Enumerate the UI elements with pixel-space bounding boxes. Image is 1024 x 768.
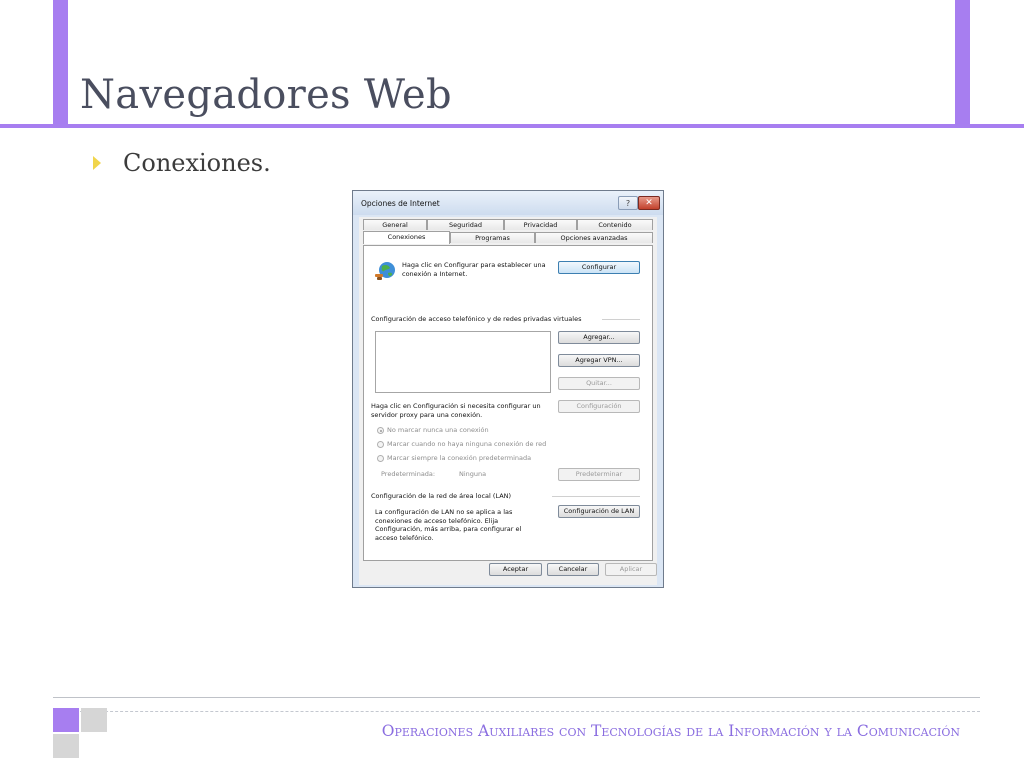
left-accent-bar xyxy=(53,0,68,126)
dialog-titlebar: Opciones de Internet ? ✕ xyxy=(353,191,663,215)
help-icon[interactable]: ? xyxy=(618,196,638,210)
slide-title: Navegadores Web xyxy=(80,72,452,118)
title-divider xyxy=(0,124,1024,128)
default-connection-label: Predeterminada: xyxy=(381,470,436,478)
tab-connections[interactable]: Conexiones xyxy=(363,231,450,244)
cancel-button[interactable]: Cancelar xyxy=(547,563,599,576)
ok-button[interactable]: Aceptar xyxy=(489,563,542,576)
lan-section-header: Configuración de la red de área local (L… xyxy=(371,492,512,500)
section-divider xyxy=(552,496,640,497)
add-button[interactable]: Agregar... xyxy=(558,331,640,344)
radio-dial-when-no-network-label: Marcar cuando no haya ninguna conexión d… xyxy=(387,440,547,448)
tab-privacy[interactable]: Privacidad xyxy=(504,219,577,230)
tab-programs[interactable]: Programas xyxy=(450,232,535,243)
bullet-item: Conexiones. xyxy=(93,146,271,180)
close-icon[interactable]: ✕ xyxy=(638,196,660,210)
lan-settings-button[interactable]: Configuración de LAN xyxy=(558,505,640,518)
footer-course-title: Operaciones Auxiliares con Tecnologías d… xyxy=(381,722,960,740)
radio-dial-when-no-network[interactable] xyxy=(377,441,384,448)
section-divider xyxy=(602,319,640,320)
proxy-description: Haga clic en Configuración si necesita c… xyxy=(371,402,541,419)
footer-dashed-line xyxy=(80,711,980,712)
footer-accent-square xyxy=(53,708,79,732)
apply-button[interactable]: Aplicar xyxy=(605,563,657,576)
dialog-title: Opciones de Internet xyxy=(361,199,440,208)
tab-security[interactable]: Seguridad xyxy=(427,219,504,230)
remove-button[interactable]: Quitar... xyxy=(558,377,640,390)
footer-gray-square xyxy=(81,708,107,732)
setup-button[interactable]: Configurar xyxy=(558,261,640,274)
setup-description: Haga clic en Configurar para establecer … xyxy=(402,261,546,278)
add-vpn-button[interactable]: Agregar VPN... xyxy=(558,354,640,367)
tab-content[interactable]: Contenido xyxy=(577,219,653,230)
footer-divider xyxy=(53,697,980,698)
radio-never-dial[interactable] xyxy=(377,427,384,434)
bullet-text: Conexiones. xyxy=(123,149,271,177)
tab-advanced[interactable]: Opciones avanzadas xyxy=(535,232,653,243)
dialup-section-header: Configuración de acceso telefónico y de … xyxy=(371,315,582,323)
internet-options-dialog: Opciones de Internet ? ✕ General Segurid… xyxy=(352,190,664,588)
radio-always-dial[interactable] xyxy=(377,455,384,462)
lan-description: La configuración de LAN no se aplica a l… xyxy=(375,508,522,542)
radio-always-dial-label: Marcar siempre la conexión predeterminad… xyxy=(387,454,532,462)
default-connection-value: Ninguna xyxy=(459,470,487,478)
right-accent-bar xyxy=(955,0,970,126)
connections-list[interactable] xyxy=(375,331,551,393)
bullet-arrow-icon xyxy=(93,156,101,170)
tab-general[interactable]: General xyxy=(363,219,427,230)
footer-gray-square xyxy=(53,734,79,758)
set-default-button[interactable]: Predeterminar xyxy=(558,468,640,481)
dialog-body: General Seguridad Privacidad Contenido C… xyxy=(359,217,657,585)
radio-never-dial-label: No marcar nunca una conexión xyxy=(387,426,489,434)
connections-panel: Haga clic en Configurar para establecer … xyxy=(363,245,653,561)
settings-button[interactable]: Configuración xyxy=(558,400,640,413)
globe-icon xyxy=(375,262,395,280)
